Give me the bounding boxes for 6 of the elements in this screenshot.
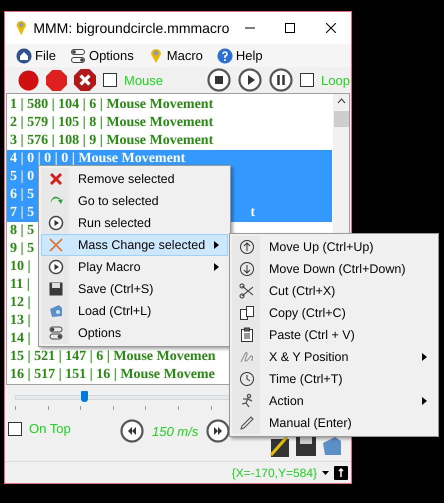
speed-value: 150 m/s [152, 424, 198, 438]
checkbox-label: Loop [321, 72, 350, 88]
cursor-coordinates: {X=-170,Y=584} [232, 466, 317, 480]
checkbox-label: On Top [29, 421, 71, 436]
checkbox-label: Mouse [124, 72, 164, 88]
window-title: MMM: bigroundcircle.mmmacro [33, 20, 230, 36]
